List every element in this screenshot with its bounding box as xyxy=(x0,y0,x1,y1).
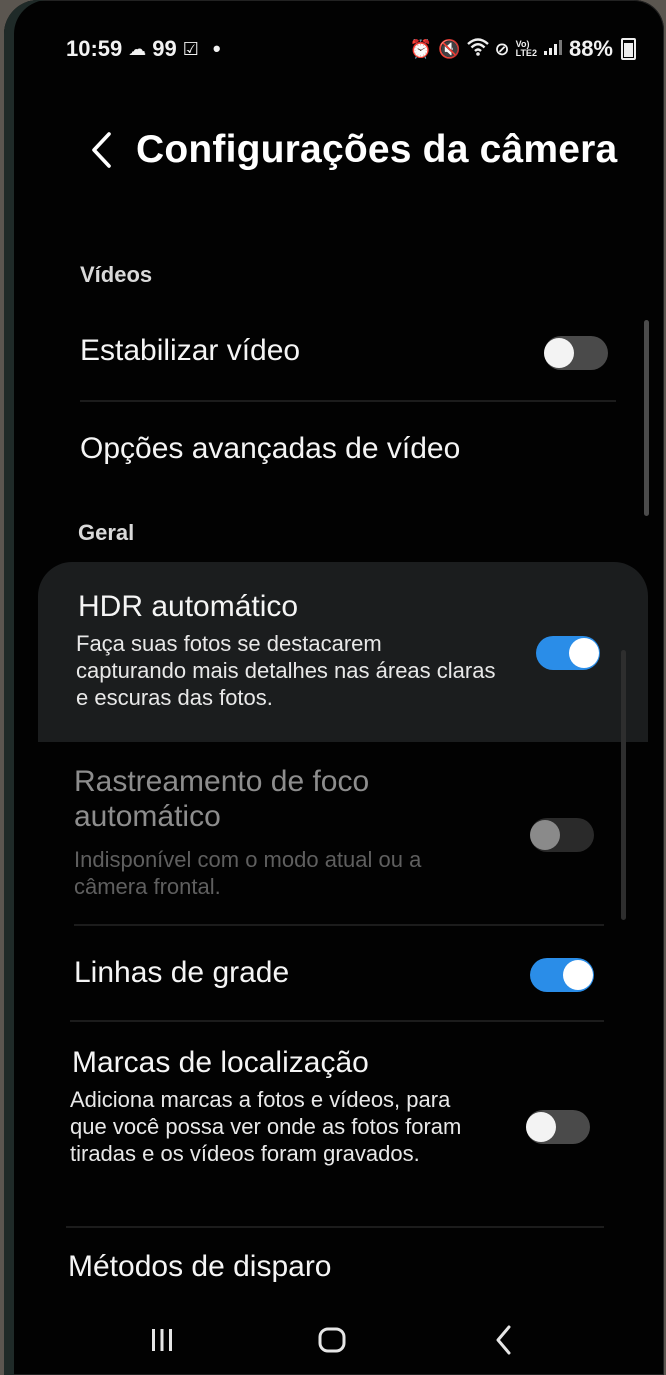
status-time: 10:59 xyxy=(66,36,123,61)
signal-icon xyxy=(543,36,563,62)
setting-description: Faça suas fotos se destacarem capturando… xyxy=(76,631,496,710)
divider xyxy=(80,400,616,402)
mute-icon: 🔇 xyxy=(438,39,461,59)
status-bar: 10:59 ☁ 99 ☑ • ⏰ 🔇 ⊘ Vo) LTE2 88% xyxy=(4,30,664,70)
setting-shooting-methods[interactable]: Métodos de disparo xyxy=(4,1236,664,1296)
setting-title: Métodos de disparo xyxy=(68,1250,332,1283)
setting-location-tags[interactable]: Marcas de localização Adiciona marcas a … xyxy=(4,1030,664,1220)
setting-title: HDR automático xyxy=(78,590,299,623)
recents-icon xyxy=(152,1329,172,1351)
calendar-check-icon: ☑ xyxy=(182,39,199,59)
tracking-autofocus-toggle xyxy=(530,818,594,852)
alarm-icon: ⏰ xyxy=(409,39,433,59)
scrollbar-track xyxy=(621,650,626,920)
toggle-knob xyxy=(569,638,599,668)
status-dot: • xyxy=(212,36,221,61)
setting-description: Indisponível com o modo atual ou a câmer… xyxy=(74,847,422,899)
setting-auto-hdr[interactable]: HDR automático Faça suas fotos se destac… xyxy=(38,562,648,742)
home-button[interactable] xyxy=(310,1320,354,1360)
setting-title: Rastreamento de foco automático xyxy=(74,765,370,833)
setting-title: Linhas de grade xyxy=(74,956,290,989)
setting-tracking-autofocus: Rastreamento de foco automático Indispon… xyxy=(4,760,664,920)
divider xyxy=(74,924,604,926)
setting-title: Opções avançadas de vídeo xyxy=(80,432,461,465)
stabilize-video-toggle[interactable] xyxy=(544,336,608,370)
toggle-knob xyxy=(544,338,574,368)
notification-count: 99 xyxy=(152,36,177,61)
volte-icon: Vo) LTE2 xyxy=(515,39,537,58)
back-nav-button[interactable] xyxy=(484,1320,524,1360)
back-icon xyxy=(496,1325,511,1355)
auto-hdr-toggle[interactable] xyxy=(536,636,600,670)
section-label-general: Geral xyxy=(78,520,135,545)
divider xyxy=(66,1226,604,1228)
phone-screen: 10:59 ☁ 99 ☑ • ⏰ 🔇 ⊘ Vo) LTE2 88% Configu… xyxy=(4,0,664,1375)
battery-percent: 88% xyxy=(568,36,613,61)
cloud-icon: ☁ xyxy=(128,39,147,59)
battery-icon xyxy=(621,38,636,60)
toggle-knob xyxy=(563,960,593,990)
do-not-disturb-icon: ⊘ xyxy=(494,39,510,59)
app-header: Configurações da câmera xyxy=(4,122,664,192)
divider xyxy=(70,1020,604,1022)
setting-title: Estabilizar vídeo xyxy=(80,334,301,367)
grid-lines-toggle[interactable] xyxy=(530,958,594,992)
recents-button[interactable] xyxy=(142,1320,182,1360)
setting-advanced-video[interactable]: Opções avançadas de vídeo xyxy=(4,410,664,490)
toggle-knob xyxy=(530,820,560,850)
toggle-knob xyxy=(526,1112,556,1142)
back-button[interactable] xyxy=(84,128,118,172)
setting-grid-lines[interactable]: Linhas de grade xyxy=(4,934,664,1018)
home-icon xyxy=(318,1327,346,1353)
setting-title: Marcas de localização xyxy=(72,1046,369,1079)
wifi-icon xyxy=(466,37,489,61)
location-tags-toggle[interactable] xyxy=(526,1110,590,1144)
scrollbar-thumb[interactable] xyxy=(644,320,649,516)
navigation-bar xyxy=(4,1300,664,1375)
section-label-videos: Vídeos xyxy=(80,262,153,287)
setting-description: Adiciona marcas a fotos e vídeos, para q… xyxy=(70,1087,462,1166)
setting-stabilize-video[interactable]: Estabilizar vídeo xyxy=(4,320,664,400)
page-title: Configurações da câmera xyxy=(136,128,618,171)
chevron-left-icon xyxy=(92,132,111,168)
